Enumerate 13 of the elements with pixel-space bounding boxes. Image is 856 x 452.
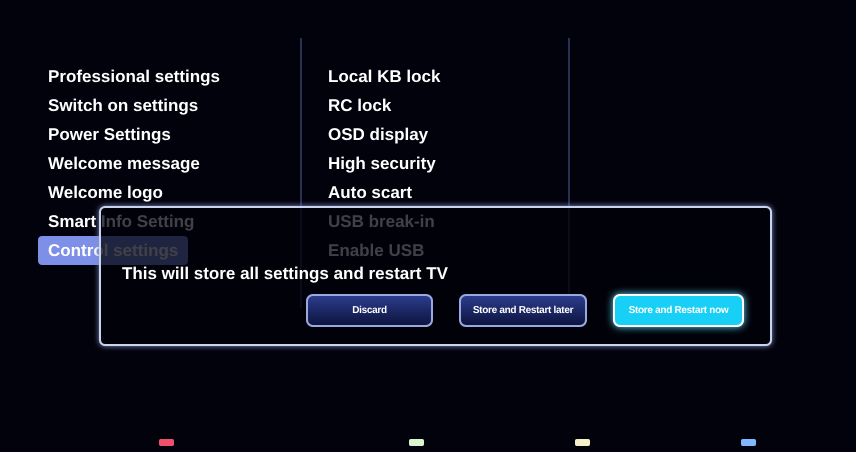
submenu-item[interactable]: RC lock [328,91,392,120]
dialog-button[interactable]: Discard [306,294,433,327]
submenu-item[interactable]: High security [328,149,436,178]
menu-item[interactable]: Power Settings [38,120,181,149]
dialog-message: This will store all settings and restart TV [122,265,448,283]
submenu-item[interactable]: Local KB lock [328,62,440,91]
dialog-button[interactable]: Store and Restart later [459,294,587,327]
menu-item[interactable]: Welcome logo [38,178,173,207]
menu-item[interactable]: Professional settings [38,62,230,91]
menu-item[interactable]: Welcome message [38,149,210,178]
submenu-item[interactable]: Auto scart [328,178,412,207]
submenu-item[interactable]: OSD display [328,120,428,149]
menu-item[interactable]: Switch on settings [38,91,208,120]
